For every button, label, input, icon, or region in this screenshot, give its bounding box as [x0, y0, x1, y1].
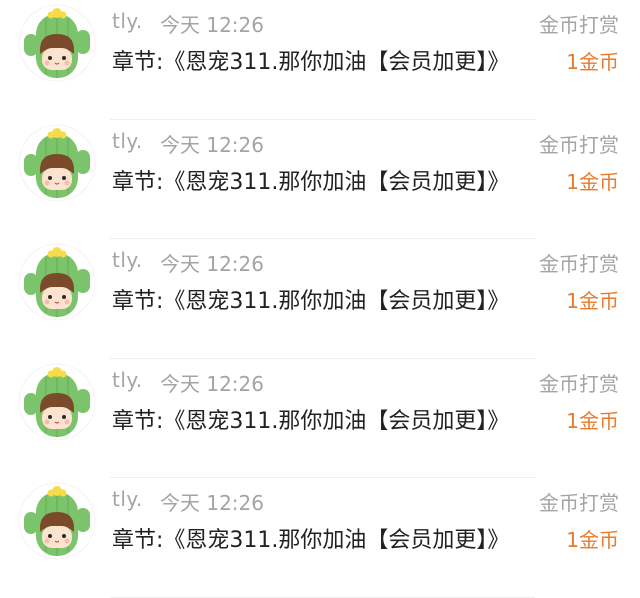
timestamp: 今天 12:26: [160, 13, 264, 37]
timestamp: 今天 12:26: [160, 491, 264, 516]
avatar[interactable]: [18, 482, 96, 560]
reward-list-item[interactable]: tly. 今天 12:26 章节:《恩宠311.那你加油【会员加更】》 金币打赏…: [0, 0, 640, 120]
reward-list-item[interactable]: tly. 今天 12:26 章节:《恩宠311.那你加油【会员加更】》 金币打赏…: [0, 359, 640, 479]
reward-amount: 1金币: [566, 289, 619, 314]
reward-type: 金币打赏: [539, 13, 619, 37]
reward-amount: 1金币: [566, 169, 619, 194]
reward-amount: 1金币: [566, 528, 619, 553]
reward-list: tly. 今天 12:26 章节:《恩宠311.那你加油【会员加更】》 金币打赏…: [0, 0, 640, 598]
chapter-title[interactable]: 章节:《恩宠311.那你加油【会员加更】》: [112, 44, 509, 76]
timestamp: 今天 12:26: [160, 252, 264, 277]
reward-amount: 1金币: [566, 408, 619, 433]
avatar[interactable]: [18, 124, 96, 202]
cactus-avatar-icon: [18, 243, 96, 321]
chapter-title[interactable]: 章节:《恩宠311.那你加油【会员加更】》: [112, 164, 509, 196]
cactus-avatar-icon: [18, 124, 96, 202]
reward-type: 金币打赏: [539, 252, 619, 277]
reward-list-item[interactable]: tly. 今天 12:26 章节:《恩宠311.那你加油【会员加更】》 金币打赏…: [0, 120, 640, 240]
timestamp: 今天 12:26: [160, 132, 264, 157]
username[interactable]: tly.: [112, 368, 143, 392]
avatar[interactable]: [18, 363, 96, 441]
reward-list-item[interactable]: tly. 今天 12:26 章节:《恩宠311.那你加油【会员加更】》 金币打赏…: [0, 478, 640, 598]
timestamp: 今天 12:26: [160, 371, 264, 396]
username[interactable]: tly.: [112, 129, 143, 153]
cactus-avatar-icon: [18, 482, 96, 560]
username[interactable]: tly.: [112, 487, 143, 511]
reward-type: 金币打赏: [539, 371, 619, 396]
reward-list-item[interactable]: tly. 今天 12:26 章节:《恩宠311.那你加油【会员加更】》 金币打赏…: [0, 239, 640, 359]
username[interactable]: tly.: [112, 248, 143, 272]
avatar[interactable]: [18, 243, 96, 321]
chapter-title[interactable]: 章节:《恩宠311.那你加油【会员加更】》: [112, 403, 509, 435]
reward-amount: 1金币: [566, 50, 619, 74]
cactus-avatar-icon: [18, 4, 96, 82]
avatar[interactable]: [18, 4, 96, 82]
chapter-title[interactable]: 章节:《恩宠311.那你加油【会员加更】》: [112, 283, 509, 315]
reward-type: 金币打赏: [539, 491, 619, 516]
chapter-title[interactable]: 章节:《恩宠311.那你加油【会员加更】》: [112, 522, 509, 554]
cactus-avatar-icon: [18, 363, 96, 441]
reward-type: 金币打赏: [539, 132, 619, 157]
username[interactable]: tly.: [112, 9, 143, 33]
